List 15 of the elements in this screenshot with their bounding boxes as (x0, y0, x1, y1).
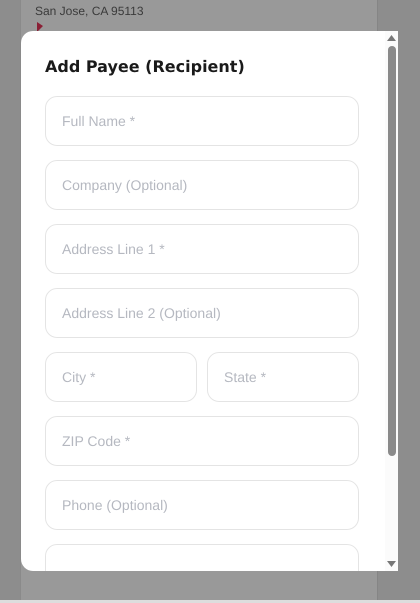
marker-icon (37, 22, 43, 32)
scroll-up-icon[interactable] (387, 35, 396, 41)
input-field[interactable]: Address Line 1 * (45, 224, 359, 274)
input-field[interactable]: Full Name * (45, 96, 359, 146)
dialog-title: Add Payee (Recipient) (45, 57, 246, 76)
input-field[interactable]: City * (45, 352, 197, 402)
scrollbar[interactable] (385, 31, 398, 571)
input-field[interactable]: Phone (Optional) (45, 480, 359, 530)
input-field[interactable]: State * (207, 352, 359, 402)
input-field[interactable]: Company (Optional) (45, 160, 359, 210)
scroll-thumb[interactable] (388, 46, 396, 456)
scroll-down-icon[interactable] (387, 561, 396, 567)
address-text: San Jose, CA 95113 (35, 4, 145, 18)
input-field[interactable]: ZIP Code * (45, 416, 359, 466)
input-field[interactable]: Address Line 2 (Optional) (45, 288, 359, 338)
